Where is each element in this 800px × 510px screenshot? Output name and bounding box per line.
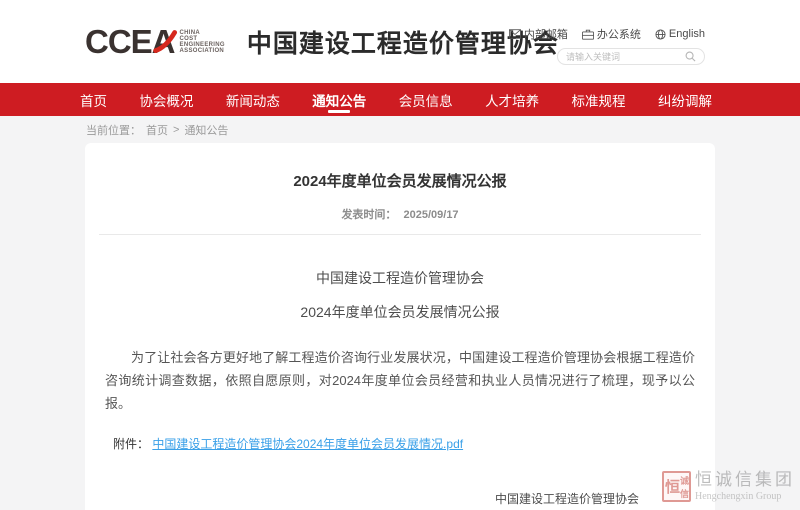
globe-icon [655, 29, 666, 40]
nav-item-training[interactable]: 人才培养 [475, 83, 549, 116]
seal-char-bottom-right: 信 [680, 487, 689, 500]
mail-icon [509, 29, 521, 39]
seal-char-left: 恒 [665, 474, 680, 499]
breadcrumb-separator: > [173, 124, 179, 136]
nav-item-dispute[interactable]: 纠纷调解 [648, 83, 722, 116]
search-box [557, 48, 705, 65]
internal-mail-link[interactable]: 内部邮箱 [509, 26, 568, 42]
publish-time-label: 发表时间： [341, 209, 396, 221]
search-input[interactable] [566, 52, 685, 62]
nav-item-home[interactable]: 首页 [70, 83, 117, 116]
seal-right-column: 诚 信 [680, 474, 689, 499]
breadcrumb-prefix: 当前位置： [86, 122, 141, 138]
nav-item-standards[interactable]: 标准规程 [562, 83, 636, 116]
nav-item-notices[interactable]: 通知公告 [302, 83, 376, 116]
quick-link-label: 办公系统 [597, 26, 641, 42]
hengchengxin-seal-icon: 恒 诚 信 [662, 471, 691, 502]
briefcase-icon [582, 29, 594, 40]
site-header: CCEA CHINA COST ENGINEERING ASSOCIATION … [0, 0, 800, 83]
article-card: 2024年度单位会员发展情况公报 发表时间： 2025/09/17 中国建设工程… [85, 143, 715, 510]
attachment-row: 附件： 中国建设工程造价管理协会2024年度单位会员发展情况.pdf [113, 435, 701, 452]
watermark-name-cn: 恒诚信集团 [695, 471, 795, 490]
article-title: 2024年度单位会员发展情况公报 [99, 170, 701, 191]
quick-links: 内部邮箱 办公系统 English [475, 26, 705, 42]
header-utilities: 内部邮箱 办公系统 English [475, 26, 705, 65]
title-divider [99, 234, 701, 235]
english-link[interactable]: English [655, 28, 705, 40]
nav-item-news[interactable]: 新闻动态 [216, 83, 290, 116]
search-button[interactable] [685, 51, 696, 62]
hengchengxin-watermark: 恒 诚 信 恒诚信集团 Hengchengxin Group [662, 471, 795, 502]
watermark-name-en: Hengchengxin Group [695, 491, 795, 502]
search-icon [685, 51, 696, 62]
breadcrumb-current: 通知公告 [184, 122, 228, 138]
ccea-logo-subtext: CHINA COST ENGINEERING ASSOCIATION [180, 30, 225, 54]
publish-date: 2025/09/17 [404, 209, 459, 221]
ccea-logo-text: CCEA [85, 25, 175, 58]
signature-org: 中国建设工程造价管理协会 [495, 490, 639, 507]
office-system-link[interactable]: 办公系统 [582, 26, 641, 42]
breadcrumb-home-link[interactable]: 首页 [146, 122, 168, 138]
main-nav: 首页 协会概况 新闻动态 通知公告 会员信息 人才培养 标准规程 纠纷调解 [0, 83, 800, 116]
nav-item-about[interactable]: 协会概况 [129, 83, 203, 116]
seal-char-top-right: 诚 [680, 474, 689, 487]
article-meta: 发表时间： 2025/09/17 [99, 206, 701, 222]
signature-block: 中国建设工程造价管理协会 2025年9月17日 [495, 490, 639, 510]
breadcrumb: 当前位置： 首页 > 通知公告 [0, 116, 800, 143]
document-org-heading: 中国建设工程造价管理协会 [99, 268, 701, 288]
logo-swoosh-icon [153, 29, 179, 55]
attachment-label: 附件： [113, 437, 149, 451]
quick-link-label: 内部邮箱 [524, 26, 568, 42]
article-paragraph: 为了让社会各方更好地了解工程造价咨询行业发展状况，中国建设工程造价管理协会根据工… [105, 346, 695, 415]
quick-link-label: English [669, 28, 705, 40]
nav-item-members[interactable]: 会员信息 [389, 83, 463, 116]
watermark-text: 恒诚信集团 Hengchengxin Group [695, 471, 795, 502]
document-title-heading: 2024年度单位会员发展情况公报 [99, 302, 701, 322]
attachment-pdf-link[interactable]: 中国建设工程造价管理协会2024年度单位会员发展情况.pdf [152, 437, 463, 451]
